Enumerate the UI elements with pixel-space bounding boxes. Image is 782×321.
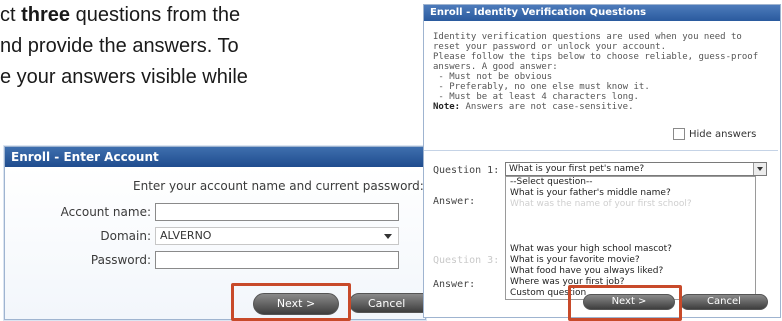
description-line: - Must not be obvious <box>433 72 553 82</box>
password-label: Password: <box>90 253 151 267</box>
enter-account-dialog: Enroll - Enter Account Enter your accoun… <box>4 146 433 320</box>
dialog-body: Enter your account name and current pass… <box>5 167 433 319</box>
dropdown-option[interactable]: --Select question-- <box>506 177 755 188</box>
dialog-title: Enroll - Enter Account <box>5 147 425 167</box>
dropdown-option[interactable]: What food have you always liked? <box>506 266 755 277</box>
answer-1-label: Answer: <box>433 196 476 207</box>
chevron-down-icon <box>384 234 392 239</box>
description-line: Identity verification questions are used… <box>433 32 742 42</box>
description-line: answers. A good answer: <box>433 62 558 72</box>
highlight-box <box>231 283 351 321</box>
cancel-button[interactable]: Cancel <box>349 293 433 313</box>
account-name-label: Account name: <box>60 205 151 219</box>
account-prompt: Enter your account name and current pass… <box>133 179 424 193</box>
description-line: - Must be at least 4 characters long. <box>433 92 639 102</box>
question-1-label: Question 1: <box>433 165 500 176</box>
dialog-title: Enroll - Identity Verification Questions <box>424 5 780 21</box>
password-row: Password: <box>5 251 151 271</box>
chevron-down-icon[interactable] <box>753 163 766 175</box>
account-name-input[interactable] <box>155 203 399 221</box>
verification-description: Identity verification questions are used… <box>433 32 773 112</box>
domain-row: Domain: <box>5 227 151 247</box>
instruction-line-3: e your answers visible while <box>0 66 248 88</box>
hide-answers-checkbox[interactable] <box>673 128 685 140</box>
description-line: reset your password or unlock your accou… <box>433 42 666 52</box>
divider <box>424 150 778 151</box>
domain-select[interactable]: ALVERNO <box>155 227 399 245</box>
question-dropdown-list: --Select question-- What is your father'… <box>505 176 756 300</box>
dropdown-option[interactable]: What is your favorite movie? <box>506 255 755 266</box>
description-line: - Preferably, no one else must know it. <box>433 82 650 92</box>
instruction-line-1: ct three questions from the <box>0 4 241 26</box>
question-1-select[interactable]: What is your first pet's name? <box>505 162 767 176</box>
dropdown-gap <box>506 210 755 244</box>
hide-answers-toggle[interactable]: Hide answers <box>673 128 756 140</box>
account-name-row: Account name: <box>5 203 151 223</box>
question-3-label: Question 3: <box>433 255 500 266</box>
answer-3-label: Answer: <box>433 279 476 290</box>
question-1-value: What is your first pet's name? <box>509 164 645 174</box>
domain-value: ALVERNO <box>160 229 212 242</box>
description-line: Please follow the tips below to choose r… <box>433 52 759 62</box>
highlight-box <box>568 285 682 321</box>
note-text: Answers are not case-sensitive. <box>460 102 634 112</box>
password-input[interactable] <box>155 251 399 269</box>
dropdown-option[interactable]: What is your father's middle name? <box>506 188 755 199</box>
dropdown-option[interactable]: What was the name of your first school? <box>506 199 755 210</box>
hide-answers-label: Hide answers <box>689 128 757 140</box>
domain-label: Domain: <box>100 229 151 243</box>
instruction-line-2: nd provide the answers. To <box>0 35 239 57</box>
note-label: Note: <box>433 102 461 112</box>
cancel-button[interactable]: Cancel <box>680 294 768 310</box>
dropdown-option[interactable]: What was your high school mascot? <box>506 244 755 255</box>
